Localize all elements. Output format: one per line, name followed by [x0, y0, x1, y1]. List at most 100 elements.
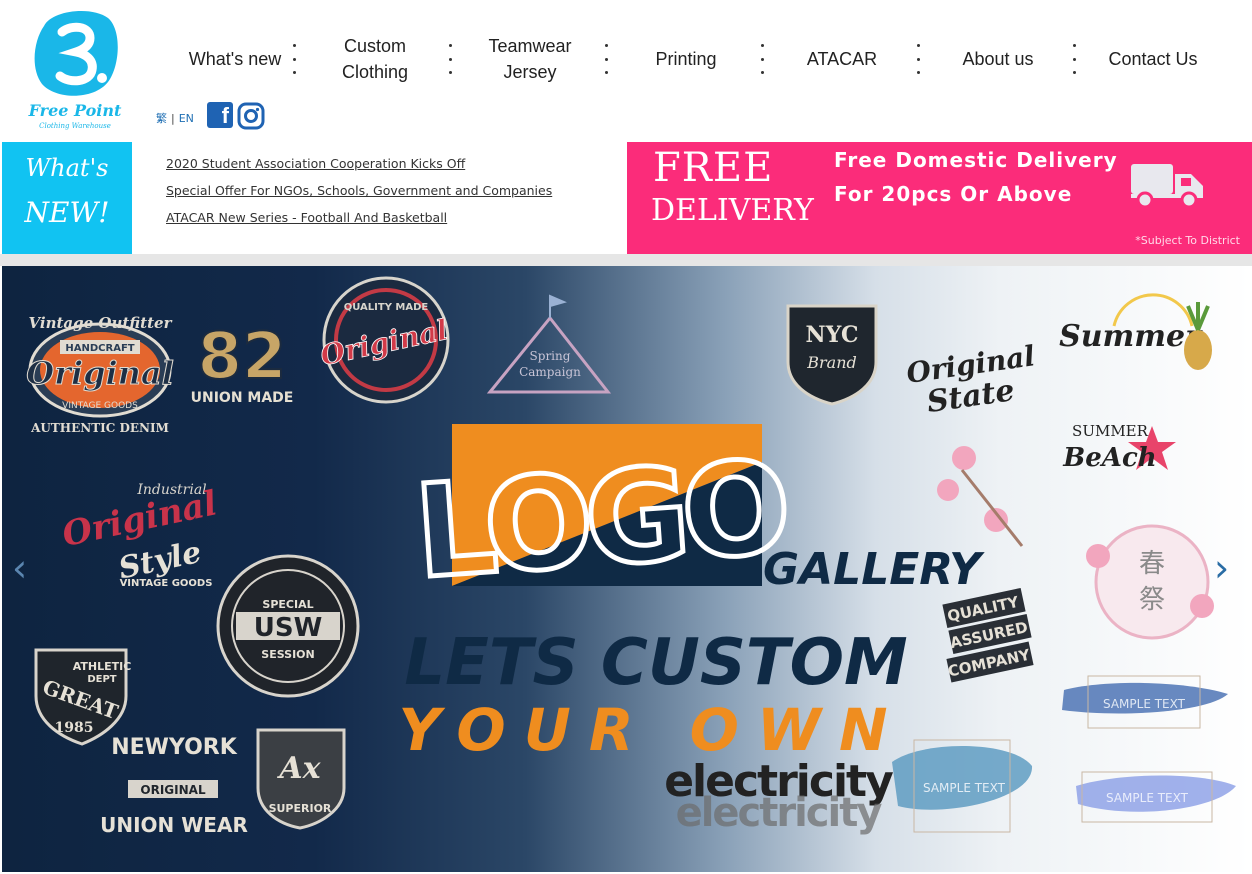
badge-text: SUMMER — [1072, 422, 1149, 440]
badge-82-union-made: 82 UNION MADE — [191, 319, 294, 406]
badge-text: AUTHENTIC DENIM — [30, 421, 169, 435]
delivery-line1: Free Domestic Delivery — [834, 148, 1118, 172]
badge-text: VINTAGE GOODS — [62, 401, 138, 411]
badge-text: Campaign — [519, 365, 581, 379]
news-link[interactable]: ATACAR New Series - Football And Basketb… — [166, 204, 616, 231]
badge-text: UNION MADE — [191, 390, 294, 406]
delivery-note: *Subject To District — [1135, 234, 1240, 247]
social-links: f — [207, 102, 265, 130]
nav-separator — [292, 44, 296, 74]
badge-newyork: NEWYORK ORIGINAL UNION WEAR — [100, 735, 248, 837]
carousel-prev-icon[interactable]: ‹ — [12, 546, 27, 590]
whats-new-line2: NEW! — [24, 196, 110, 229]
delivery-line2: For 20pcs Or Above — [834, 182, 1073, 206]
headline-your-own: YOUR OWN — [398, 696, 905, 764]
headline-logo: LOGO — [410, 433, 789, 607]
badge-text: SESSION — [261, 648, 314, 661]
nav-contact-us[interactable]: Contact Us — [1088, 28, 1218, 90]
free-label: FREE — [653, 145, 774, 191]
nav-separator — [1072, 44, 1076, 74]
nav-printing[interactable]: Printing — [621, 28, 751, 90]
badge-summer: Summer — [1059, 293, 1212, 370]
language-switcher: 繁 | EN — [156, 110, 194, 126]
badge-vintage-outfitter: Vintage Outfitter HANDCRAFT Original VIN… — [26, 314, 175, 435]
badge-original-state: Original State — [904, 339, 1036, 420]
badge-text: Summer — [1059, 319, 1203, 354]
badge-industrial-style: Industrial Original Style VINTAGE GOODS — [59, 482, 221, 589]
badge-sample-text-1: SAMPLE TEXT — [1062, 675, 1228, 729]
nav-label: Contact Us — [1108, 49, 1198, 69]
nav-label: About us — [962, 49, 1034, 69]
badge-usw: SPECIAL USW SESSION — [216, 554, 360, 698]
brand-logo[interactable]: Free Point Clothing Warehouse — [28, 8, 122, 132]
badge-haru-matsuri: 春 祭 — [1086, 524, 1214, 640]
logo-subtext: Clothing Warehouse — [39, 122, 111, 130]
badge-text: ATHLETIC — [73, 660, 132, 673]
badge-text: HANDCRAFT — [65, 343, 134, 354]
headline-gallery: GALLERY — [763, 544, 985, 595]
badge-text: Spring — [530, 349, 571, 363]
badge-text: VINTAGE GOODS — [120, 578, 213, 589]
badge-text: 1985 — [55, 720, 94, 736]
badge-ax-superior: Ax SUPERIOR — [256, 728, 346, 830]
facebook-icon[interactable]: f — [207, 102, 233, 128]
hero-banner: Vintage Outfitter HANDCRAFT Original VIN… — [2, 266, 1250, 872]
site-header: Free Point Clothing Warehouse What's new… — [0, 0, 1252, 142]
nav-atacar[interactable]: ATACAR — [777, 28, 907, 90]
logo-gallery-artwork: Vintage Outfitter HANDCRAFT Original VIN… — [26, 276, 1236, 837]
nav-label: Printing — [655, 49, 717, 69]
badge-text: USW — [254, 613, 323, 643]
badge-spring-campaign: Spring Campaign — [486, 294, 612, 394]
badge-great-1985: ATHLETIC DEPT GREAT 1985 — [34, 648, 132, 746]
nav-label: Custom Clothing — [341, 36, 409, 82]
whats-new-badge: What's NEW! — [2, 142, 132, 254]
badge-text: BeAch — [1062, 443, 1156, 473]
nav-custom-clothing[interactable]: Custom Clothing — [310, 28, 440, 90]
badge-text: NEWYORK — [111, 735, 237, 760]
headline-lets-custom: LETS CUSTOM — [404, 626, 907, 700]
blossom-decoration — [937, 446, 1024, 547]
badge-text: QUALITY MADE — [344, 302, 429, 313]
badge-summer-beach: SUMMER BeAch — [1062, 422, 1176, 473]
badge-text: NYC — [806, 322, 859, 348]
instagram-icon[interactable] — [237, 102, 265, 130]
news-link[interactable]: Special Offer For NGOs, Schools, Governm… — [166, 177, 616, 204]
truck-icon — [1131, 164, 1203, 209]
news-strip: What's NEW! 2020 Student Association Coo… — [0, 142, 1252, 254]
badge-text: SAMPLE TEXT — [1106, 791, 1189, 805]
news-link[interactable]: 2020 Student Association Cooperation Kic… — [166, 150, 616, 177]
nav-teamwear-jersey[interactable]: Teamwear Jersey — [465, 28, 595, 90]
badge-text: Brand — [806, 353, 857, 372]
nav-whats-new[interactable]: What's new — [156, 28, 314, 90]
nav-about-us[interactable]: About us — [933, 28, 1063, 90]
nav-label: Teamwear Jersey — [488, 36, 572, 82]
badge-sample-text-3: SAMPLE TEXT — [1076, 771, 1236, 823]
badge-text: 祭 — [1139, 585, 1165, 615]
nav-separator — [448, 44, 452, 74]
news-list: 2020 Student Association Cooperation Kic… — [166, 150, 616, 231]
free-delivery-banner[interactable]: FREE DELIVERY Free Domestic Delivery For… — [627, 142, 1252, 254]
nav-separator — [916, 44, 920, 74]
badge-text: Original — [26, 354, 174, 392]
badge-text: 82 — [197, 320, 286, 394]
carousel-next-icon[interactable]: › — [1214, 546, 1229, 590]
lang-en-link[interactable]: EN — [179, 112, 194, 125]
delivery-label: DELIVERY — [651, 193, 814, 228]
logo-mark-icon — [34, 11, 118, 96]
lang-separator: | — [171, 111, 175, 125]
badge-text: SAMPLE TEXT — [923, 781, 1006, 795]
badge-text: SPECIAL — [262, 598, 313, 611]
headline-logo-art: LOGO GALLERY — [408, 424, 985, 610]
badge-sample-text-2: SAMPLE TEXT — [892, 739, 1033, 833]
badge-text: ORIGINAL — [140, 783, 206, 797]
nav-separator — [604, 44, 608, 74]
badge-text: SUPERIOR — [269, 802, 332, 815]
lang-zh-link[interactable]: 繁 — [156, 110, 167, 126]
nav-separator — [760, 44, 764, 74]
nav-label: What's new — [188, 49, 282, 69]
badge-text: 春 — [1139, 549, 1165, 579]
whats-new-line1: What's — [25, 154, 109, 182]
badge-nyc-brand: NYC Brand — [786, 304, 878, 406]
badge-electricity-shadow: electricity — [676, 790, 883, 836]
page: Free Point Clothing Warehouse What's new… — [0, 0, 1252, 874]
